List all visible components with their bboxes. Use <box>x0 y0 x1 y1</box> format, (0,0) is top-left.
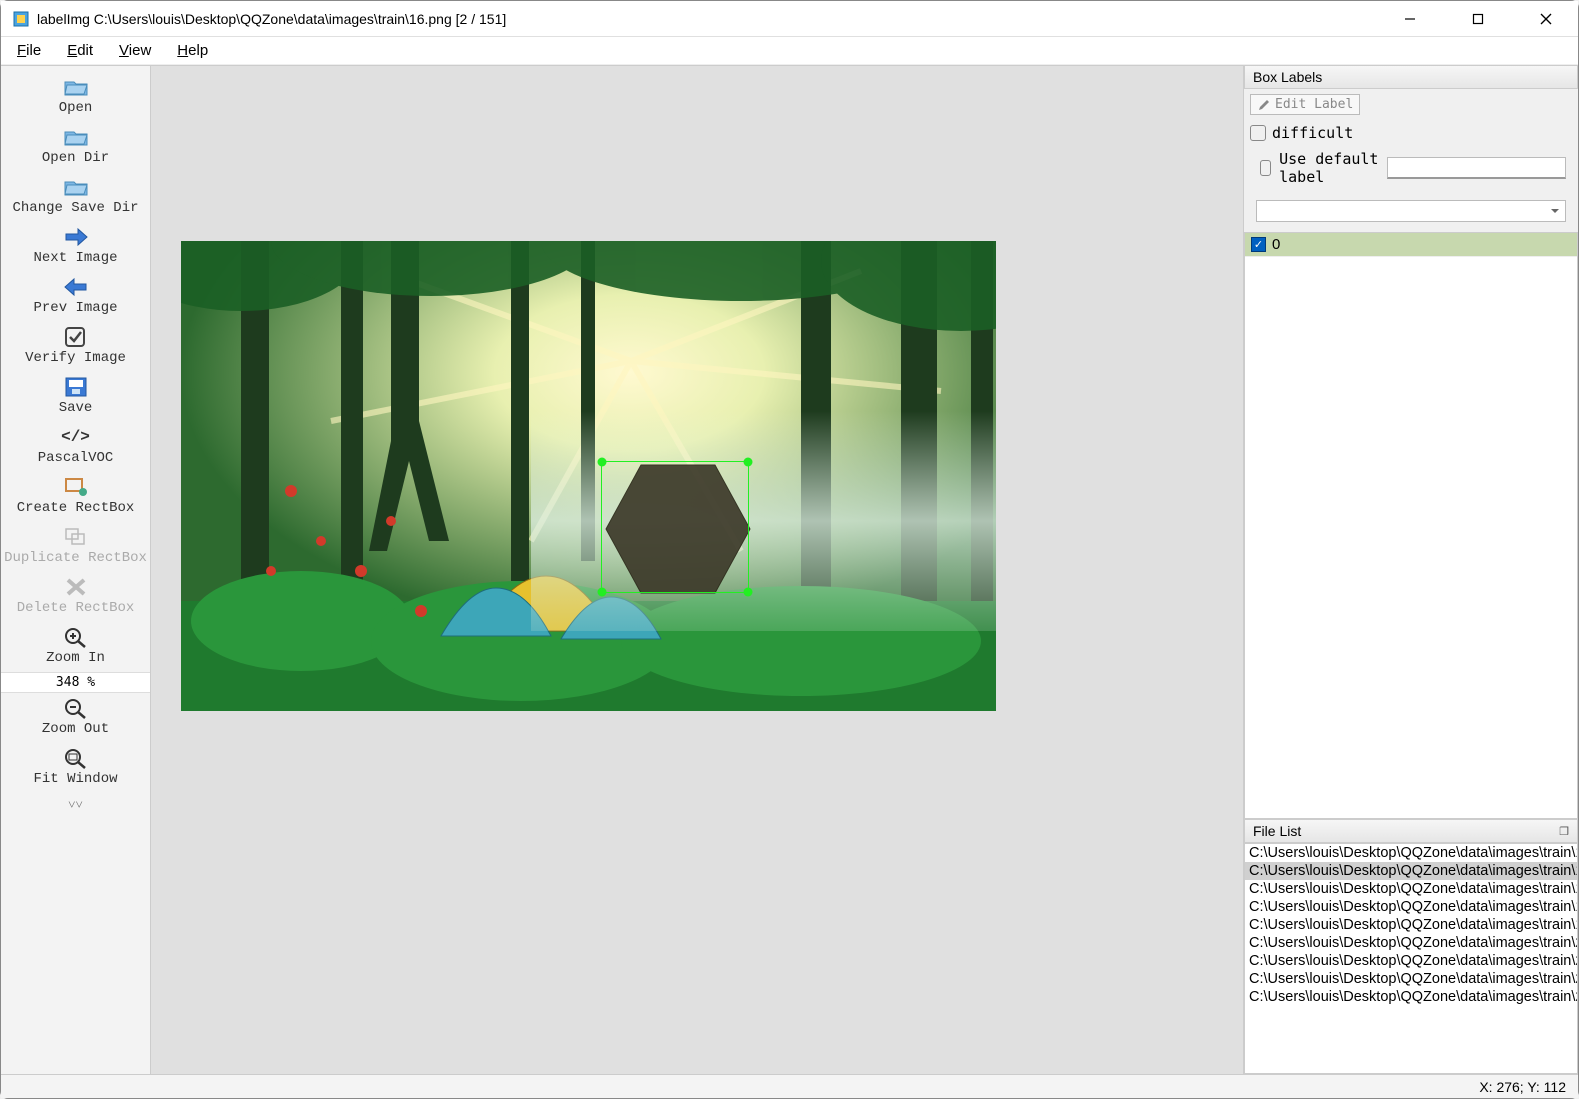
fit-window-icon <box>63 747 89 769</box>
file-row[interactable]: C:\Users\louis\Desktop\QQZone\data\image… <box>1245 916 1577 934</box>
menu-edit[interactable]: Edit <box>61 40 99 61</box>
arrow-left-icon <box>63 276 89 298</box>
label-list[interactable]: ✓ 0 <box>1244 232 1578 819</box>
use-default-label-text: Use default label <box>1279 150 1379 186</box>
box-labels-panel: Box Labels Edit Label difficult Use defa… <box>1244 65 1578 819</box>
menu-view[interactable]: View <box>113 40 157 61</box>
folder-save-icon <box>63 176 89 198</box>
file-row[interactable]: C:\Users\louis\Desktop\QQZone\data\image… <box>1245 934 1577 952</box>
titlebar: labelImg C:\Users\louis\Desktop\QQZone\d… <box>1 1 1578 37</box>
folder-open-icon <box>63 76 89 98</box>
label-item-text: 0 <box>1272 236 1280 253</box>
bbox-handle-tr[interactable] <box>744 458 753 467</box>
bounding-box[interactable] <box>601 461 749 593</box>
label-item-checkbox[interactable]: ✓ <box>1251 237 1266 252</box>
app-icon <box>13 11 29 27</box>
zoom-value[interactable]: 348 % <box>1 672 150 693</box>
menu-help[interactable]: Help <box>171 40 214 61</box>
file-row[interactable]: C:\Users\louis\Desktop\QQZone\data\image… <box>1245 844 1577 862</box>
cursor-coordinates: X: 276; Y: 112 <box>1479 1079 1566 1095</box>
bbox-handle-br[interactable] <box>744 588 753 597</box>
folder-icon <box>63 126 89 148</box>
code-icon: </> <box>63 426 89 448</box>
change-save-dir-button[interactable]: Change Save Dir <box>1 172 150 222</box>
maximize-button[interactable] <box>1458 4 1498 34</box>
zoom-in-icon <box>63 626 89 648</box>
main-area: Open Open Dir Change Save Dir Next Image… <box>1 65 1578 1074</box>
floppy-icon <box>63 376 89 398</box>
checkbox-icon <box>63 326 89 348</box>
undock-icon[interactable]: ❐ <box>1559 825 1569 838</box>
use-default-checkbox[interactable] <box>1260 160 1271 176</box>
duplicate-icon <box>63 526 89 548</box>
difficult-checkbox[interactable]: difficult <box>1244 120 1578 146</box>
window-controls <box>1390 4 1566 34</box>
label-combobox[interactable] <box>1256 200 1566 222</box>
zoom-out-icon <box>63 697 89 719</box>
bbox-handle-bl[interactable] <box>598 588 607 597</box>
loaded-image <box>181 241 996 711</box>
delete-rectbox-button[interactable]: Delete RectBox <box>1 572 150 622</box>
open-dir-button[interactable]: Open Dir <box>1 122 150 172</box>
close-button[interactable] <box>1526 4 1566 34</box>
fit-window-button[interactable]: Fit Window <box>1 743 150 793</box>
verify-image-button[interactable]: Verify Image <box>1 322 150 372</box>
file-list-panel: File List ❐ C:\Users\louis\Desktop\QQZon… <box>1244 819 1578 1074</box>
next-image-button[interactable]: Next Image <box>1 222 150 272</box>
edit-label-button[interactable]: Edit Label <box>1250 94 1360 115</box>
rect-create-icon <box>63 476 89 498</box>
right-panel: Box Labels Edit Label difficult Use defa… <box>1243 65 1578 1074</box>
create-rectbox-button[interactable]: Create RectBox <box>1 472 150 522</box>
file-row[interactable]: C:\Users\louis\Desktop\QQZone\data\image… <box>1245 898 1577 916</box>
arrow-right-icon <box>63 226 89 248</box>
box-labels-header: Box Labels <box>1244 65 1578 89</box>
window-title: labelImg C:\Users\louis\Desktop\QQZone\d… <box>37 11 1390 27</box>
file-row[interactable]: C:\Users\louis\Desktop\QQZone\data\image… <box>1245 862 1577 880</box>
save-button[interactable]: Save <box>1 372 150 422</box>
toolbar: Open Open Dir Change Save Dir Next Image… <box>1 65 151 1074</box>
default-label-input[interactable] <box>1387 157 1566 179</box>
format-button[interactable]: </> PascalVOC <box>1 422 150 472</box>
duplicate-rectbox-button[interactable]: Duplicate RectBox <box>1 522 150 572</box>
file-list-header: File List ❐ <box>1244 819 1578 843</box>
checkbox-icon <box>1250 125 1266 141</box>
toolbar-more[interactable]: ˅˅ <box>1 793 150 817</box>
open-button[interactable]: Open <box>1 72 150 122</box>
canvas[interactable] <box>151 65 1243 1074</box>
file-row[interactable]: C:\Users\louis\Desktop\QQZone\data\image… <box>1245 880 1577 898</box>
zoom-out-button[interactable]: Zoom Out <box>1 693 150 743</box>
prev-image-button[interactable]: Prev Image <box>1 272 150 322</box>
label-item[interactable]: ✓ 0 <box>1245 233 1577 257</box>
file-row[interactable]: C:\Users\louis\Desktop\QQZone\data\image… <box>1245 988 1577 1006</box>
bbox-handle-tl[interactable] <box>598 458 607 467</box>
zoom-in-button[interactable]: Zoom In <box>1 622 150 672</box>
menubar: File Edit View Help <box>1 37 1578 65</box>
file-list[interactable]: C:\Users\louis\Desktop\QQZone\data\image… <box>1244 843 1578 1074</box>
file-row[interactable]: C:\Users\louis\Desktop\QQZone\data\image… <box>1245 970 1577 988</box>
statusbar: X: 276; Y: 112 <box>1 1074 1578 1098</box>
delete-icon <box>63 576 89 598</box>
minimize-button[interactable] <box>1390 4 1430 34</box>
menu-file[interactable]: File <box>11 40 47 61</box>
file-row[interactable]: C:\Users\louis\Desktop\QQZone\data\image… <box>1245 952 1577 970</box>
pencil-icon <box>1257 98 1271 112</box>
